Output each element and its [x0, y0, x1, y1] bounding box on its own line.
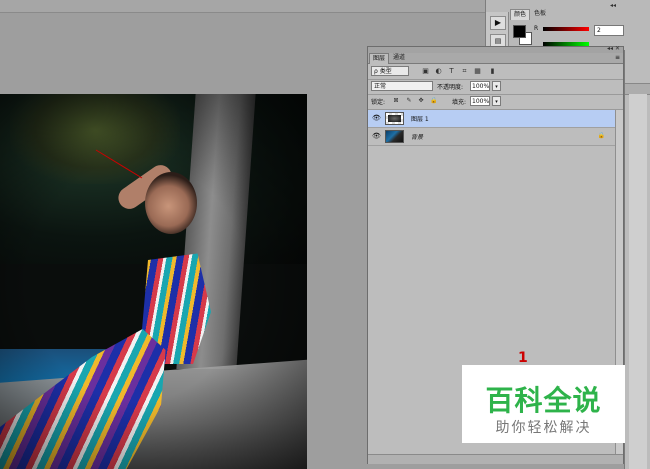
adjustment-filter-icon[interactable]: ◐: [434, 67, 443, 76]
lock-icon: 🔒: [597, 132, 605, 139]
watermark-title: 百科全说: [485, 384, 602, 417]
layer-row[interactable]: 👁 图层 1: [368, 110, 615, 128]
lock-row: 锁定: ⊠ ✎ ✥ 🔒 填充: 100% ▾: [368, 94, 623, 110]
collapse-arrows-icon[interactable]: ◂◂: [610, 2, 616, 9]
chevron-down-icon[interactable]: ▾: [492, 96, 501, 106]
document-title-bar: [0, 0, 485, 13]
layer-name[interactable]: 图层 1: [411, 114, 429, 123]
layer-filter-select[interactable]: ρ 类型: [371, 66, 409, 76]
lock-brush-icon[interactable]: ✎: [405, 97, 413, 105]
smart-object-filter-icon[interactable]: ▦: [473, 67, 482, 76]
tab-layers[interactable]: 图层: [369, 53, 390, 64]
eye-icon[interactable]: 👁: [372, 132, 381, 141]
lock-move-icon[interactable]: ✥: [417, 97, 425, 105]
layer-name[interactable]: 背景: [411, 132, 423, 141]
opacity-label: 不透明度:: [437, 84, 464, 91]
lock-label: 锁定:: [371, 99, 386, 106]
type-filter-icon[interactable]: T: [447, 67, 456, 76]
layer-thumbnail: [385, 112, 404, 125]
fill-label: 填充:: [452, 99, 467, 106]
fill-input[interactable]: 100%: [470, 96, 490, 106]
shape-filter-icon[interactable]: ⌗: [460, 67, 469, 76]
layer-thumbnail: [385, 130, 404, 143]
panel-tool-strip: ▶ ▤: [486, 12, 509, 50]
document-canvas[interactable]: [0, 94, 307, 469]
collapse-arrows-icon[interactable]: ◂◂ ✕: [607, 45, 620, 52]
watermark-subtitle: 助你轻松解决: [495, 420, 592, 436]
pixel-filter-icon[interactable]: ▣: [421, 67, 430, 76]
tab-channels[interactable]: 通道: [390, 53, 408, 63]
channel-r-input[interactable]: 2: [594, 25, 624, 36]
layer-row[interactable]: 👁 背景 🔒: [368, 128, 615, 146]
tab-color[interactable]: 颜色: [510, 9, 531, 20]
layer-filter-row: ρ 类型 ▣ ◐ T ⌗ ▦ ▮: [368, 64, 623, 80]
filter-toggle-icon[interactable]: ▮: [488, 67, 497, 76]
layers-panel-tabs: 图层 通道 ≡: [368, 53, 623, 64]
lock-transparent-icon[interactable]: ⊠: [392, 97, 400, 105]
layers-panel-footer: [368, 454, 623, 464]
watermark: 百科全说 助你轻松解决: [462, 365, 625, 443]
foreground-color-swatch[interactable]: [513, 25, 526, 38]
annotation-marker: 1: [518, 350, 528, 366]
play-icon[interactable]: ▶: [490, 16, 506, 30]
blend-row: 正常 不透明度: 100% ▾: [368, 79, 623, 95]
right-dock-scrollbar[interactable]: [629, 94, 647, 469]
photo-vignette: [0, 94, 307, 469]
tab-swatches[interactable]: 色板: [531, 9, 549, 19]
channel-r-label: R: [534, 25, 539, 32]
right-dock-panel: [624, 50, 650, 469]
chevron-down-icon[interactable]: ▾: [492, 81, 501, 91]
blend-mode-select[interactable]: 正常: [371, 81, 433, 91]
lock-all-icon[interactable]: 🔒: [430, 97, 438, 105]
channel-r-slider[interactable]: [543, 27, 589, 31]
panel-menu-icon[interactable]: ≡: [615, 54, 620, 61]
opacity-input[interactable]: 100%: [470, 81, 490, 91]
eye-icon[interactable]: 👁: [372, 114, 381, 123]
